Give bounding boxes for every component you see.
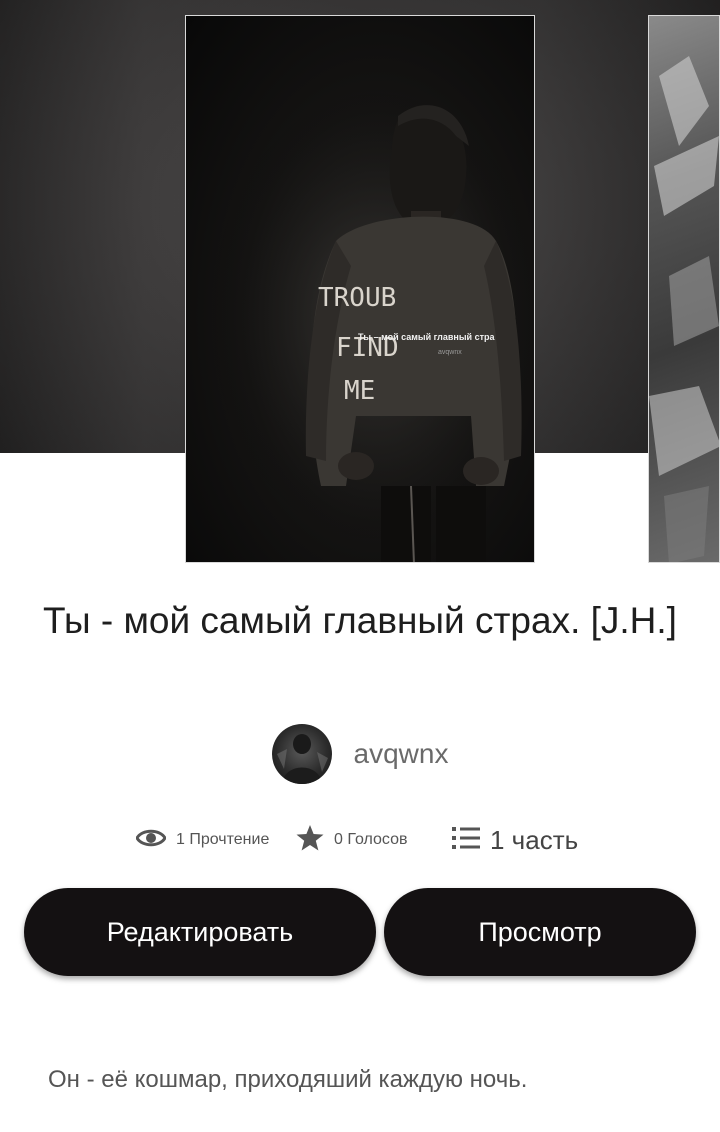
cover-overlay-author: avqwnx xyxy=(438,349,462,356)
story-description: Он - её кошмар, приходяший каждую ночь. xyxy=(48,1066,528,1093)
parts-count: 1 часть xyxy=(490,824,579,855)
story-stats: 1 Прочтение 0 Голосов 1 часть xyxy=(0,820,720,860)
reads-stat: 1 Прочтение xyxy=(135,820,270,860)
story-title: Ты - мой самый главный страх. [J.H.] xyxy=(43,600,677,641)
reads-count: 1 Прочтение xyxy=(176,831,270,848)
list-icon xyxy=(452,826,480,855)
votes-count: 0 Голосов xyxy=(334,831,408,848)
author-avatar[interactable] xyxy=(271,724,332,784)
shirt-text-1: TROUB xyxy=(318,283,396,313)
eye-icon xyxy=(135,827,167,854)
avatar-image xyxy=(276,734,328,784)
next-story-cover[interactable] xyxy=(648,15,720,563)
story-cover[interactable]: TROUB FIND ME Ты – мой самый главный стр… xyxy=(185,15,535,563)
edit-button[interactable]: Редактировать xyxy=(24,888,376,976)
votes-stat: 0 Голосов xyxy=(296,820,407,860)
preview-button[interactable]: Просмотр xyxy=(384,888,696,976)
next-cover-art xyxy=(649,56,719,562)
star-icon xyxy=(296,824,324,856)
parts-stat: 1 часть xyxy=(452,820,578,860)
author-row[interactable]: avqwnx xyxy=(0,723,720,785)
cover-figure: TROUB FIND ME xyxy=(206,86,534,562)
author-name[interactable]: avqwnx xyxy=(354,738,449,770)
shirt-text-3: ME xyxy=(344,376,375,406)
cover-overlay-title: Ты – мой самый главный стра xyxy=(358,332,495,342)
